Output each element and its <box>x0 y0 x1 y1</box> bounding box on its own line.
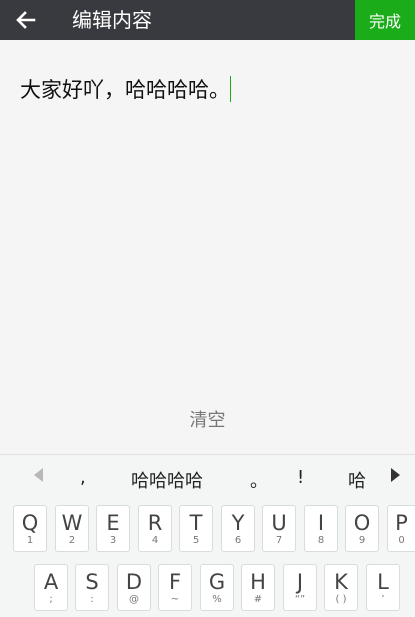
candidate-next-arrow-icon[interactable] <box>391 468 400 482</box>
key-i[interactable]: I8 <box>304 505 338 552</box>
page-title: 编辑内容 <box>72 8 152 32</box>
text-cursor <box>230 76 231 102</box>
key-u[interactable]: U7 <box>262 505 296 552</box>
key-a[interactable]: A; <box>34 564 68 611</box>
key-f[interactable]: F ~ <box>158 564 192 611</box>
key-g[interactable]: G% <box>200 564 234 611</box>
candidate-item[interactable]: 哈 <box>348 467 366 493</box>
key-h[interactable]: H # <box>241 564 275 611</box>
key-e[interactable]: E3 <box>96 505 130 552</box>
candidate-item[interactable]: ! <box>297 467 304 488</box>
editor-area[interactable]: 大家好吖，哈哈哈哈。 清空 <box>0 40 415 454</box>
key-t[interactable]: T5 <box>179 505 213 552</box>
key-q[interactable]: Q1 <box>13 505 47 552</box>
key-r[interactable]: R4 <box>138 505 172 552</box>
editor-text-field[interactable]: 大家好吖，哈哈哈哈。 <box>20 74 231 104</box>
back-button[interactable] <box>8 4 44 36</box>
key-s[interactable]: S: <box>75 564 109 611</box>
key-y[interactable]: Y6 <box>221 505 255 552</box>
candidate-bar: , 哈哈哈哈 。 ! 哈 <box>0 455 415 501</box>
edit-content-screen: 编辑内容 完成 大家好吖，哈哈哈哈。 清空 , 哈哈哈哈 。 ! 哈 Q1 W2… <box>0 0 415 617</box>
key-j[interactable]: J “” <box>283 564 317 611</box>
editor-text: 大家好吖，哈哈哈哈。 <box>20 78 230 102</box>
key-k[interactable]: K( ) <box>324 564 358 611</box>
soft-keyboard: , 哈哈哈哈 。 ! 哈 Q1 W2 E3 R4 T5 Y6 U7 I8 O9 … <box>0 454 415 617</box>
done-button[interactable]: 完成 <box>355 0 415 40</box>
key-w[interactable]: W2 <box>55 505 89 552</box>
key-o[interactable]: O9 <box>345 505 379 552</box>
candidate-prev-arrow-icon[interactable] <box>34 468 43 482</box>
back-arrow-icon <box>16 11 36 29</box>
candidate-item[interactable]: , <box>80 467 86 488</box>
clear-button[interactable]: 清空 <box>0 406 415 432</box>
candidate-item[interactable]: 。 <box>250 467 268 493</box>
top-bar: 编辑内容 完成 <box>0 0 415 40</box>
key-d[interactable]: D @ <box>117 564 151 611</box>
key-p[interactable]: P0 <box>387 505 415 552</box>
key-l[interactable]: L’ <box>366 564 400 611</box>
candidate-item[interactable]: 哈哈哈哈 <box>131 467 203 493</box>
